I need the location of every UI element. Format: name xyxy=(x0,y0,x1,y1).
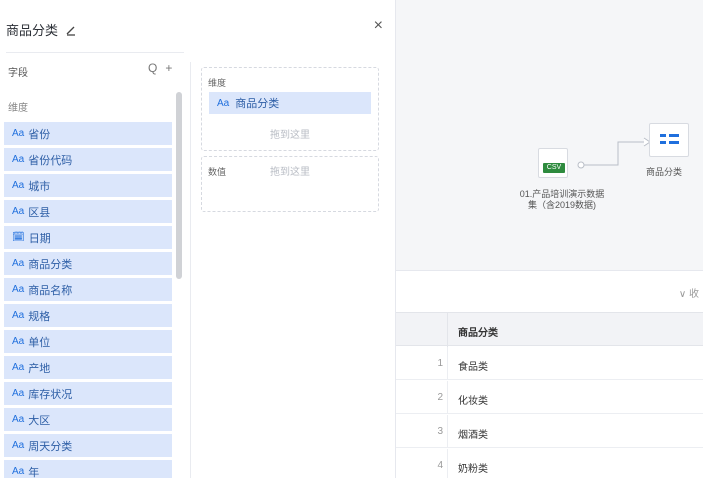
app-root: 商品分类 × 字段 Q + 维度 Aa 省份 Aa 省份代码 Aa 城市 Aa 区县 🗓 日期 Aa… xyxy=(0,0,703,478)
filter-node-icon xyxy=(660,134,679,144)
field-item-label: 日期 xyxy=(28,232,51,245)
close-button[interactable]: × xyxy=(374,16,383,36)
field-item[interactable]: Aa 商品分类 xyxy=(4,252,172,275)
table-cell: 食品类 xyxy=(458,362,488,373)
table-row[interactable]: 3 烟酒类 xyxy=(396,415,703,448)
text-type-icon: Aa xyxy=(12,284,25,295)
text-type-icon: Aa xyxy=(12,440,25,451)
field-item-label: 产地 xyxy=(28,362,51,375)
panel-title: 商品分类 xyxy=(6,20,78,39)
column-divider xyxy=(190,62,191,478)
fields-column: 字段 Q + 维度 Aa 省份 Aa 省份代码 Aa 城市 Aa 区县 🗓 日期 Aa 商品分类 Aa 商… xyxy=(0,52,190,478)
row-index: 2 xyxy=(437,392,443,403)
field-item[interactable]: Aa 规格 xyxy=(4,304,172,327)
field-item-label: 省份代码 xyxy=(28,154,73,167)
field-item-label: 城市 xyxy=(28,180,51,193)
dimension-chip[interactable]: Aa 商品分类 xyxy=(209,92,371,114)
table-divider xyxy=(447,415,448,448)
field-item-label: 年 xyxy=(28,466,40,478)
text-type-icon: Aa xyxy=(12,310,25,321)
panel-title-text: 商品分类 xyxy=(6,23,59,38)
text-type-icon: Aa xyxy=(12,362,25,373)
search-icon[interactable]: Q xyxy=(148,61,157,75)
field-item-label: 库存状况 xyxy=(28,388,73,401)
text-type-icon: Aa xyxy=(12,414,25,425)
text-type-icon: Aa xyxy=(12,180,25,191)
field-item-label: 省份 xyxy=(28,128,51,141)
csv-node-label: 01.产品培训演示数据 集（含2019数据) xyxy=(502,189,622,211)
table-row[interactable]: 2 化妆类 xyxy=(396,381,703,414)
field-item-label: 周天分类 xyxy=(28,440,73,453)
flow-canvas[interactable]: CSV 01.产品培训演示数据 集（含2019数据) 商品分类 xyxy=(396,0,703,270)
text-type-icon: Aa xyxy=(12,258,25,269)
text-type-icon: Aa xyxy=(217,97,230,109)
table-cell: 烟酒类 xyxy=(458,430,488,441)
field-item-label: 单位 xyxy=(28,336,51,349)
dimension-zone-label: 维度 xyxy=(208,78,227,88)
table-divider xyxy=(447,381,448,414)
text-type-icon: Aa xyxy=(12,466,25,477)
row-index: 3 xyxy=(437,426,443,437)
field-config-panel: 商品分类 × 字段 Q + 维度 Aa 省份 Aa 省份代码 Aa 城市 Aa 区县 🗓 日期 Aa… xyxy=(0,0,396,478)
field-item[interactable]: Aa 单位 xyxy=(4,330,172,353)
dimension-chip-label: 商品分类 xyxy=(235,98,280,110)
table-divider xyxy=(447,313,448,347)
field-item[interactable]: Aa 省份代码 xyxy=(4,148,172,171)
collapse-toggle[interactable]: ∨ 收 xyxy=(679,285,699,300)
dimension-group-label: 维度 xyxy=(8,103,28,114)
field-item-label: 商品分类 xyxy=(28,258,73,271)
field-item[interactable]: Aa 大区 xyxy=(4,408,172,431)
text-type-icon: Aa xyxy=(12,388,25,399)
table-cell: 化妆类 xyxy=(458,396,488,407)
table-row[interactable]: 1 食品类 xyxy=(396,347,703,380)
fields-tools: Q + xyxy=(148,61,172,75)
edit-icon[interactable] xyxy=(64,23,78,37)
field-item[interactable]: Aa 周天分类 xyxy=(4,434,172,457)
table-divider xyxy=(447,449,448,478)
value-drop-hint: 拖到这里 xyxy=(270,167,310,178)
field-item[interactable]: 🗓 日期 xyxy=(4,226,172,249)
dimension-drop-hint: 拖到这里 xyxy=(270,130,310,141)
data-preview-table: ∨ 收 商品分类 1 食品类 2 化妆类 3 烟酒类 4 奶粉类 xyxy=(396,270,703,478)
field-item[interactable]: Aa 库存状况 xyxy=(4,382,172,405)
text-type-icon: Aa xyxy=(12,336,25,347)
text-type-icon: Aa xyxy=(12,128,25,139)
table-row[interactable]: 4 奶粉类 xyxy=(396,449,703,478)
table-divider xyxy=(447,347,448,380)
field-item[interactable]: Aa 区县 xyxy=(4,200,172,223)
field-item-label: 商品名称 xyxy=(28,284,73,297)
csv-node-label-line1: 01.产品培训演示数据 xyxy=(519,189,605,199)
csv-node-label-line2: 集（含2019数据) xyxy=(527,200,597,210)
field-item[interactable]: Aa 年 xyxy=(4,460,172,478)
field-item[interactable]: Aa 产地 xyxy=(4,356,172,379)
field-item[interactable]: Aa 省份 xyxy=(4,122,172,145)
column-header[interactable]: 商品分类 xyxy=(458,324,498,339)
scrollbar[interactable] xyxy=(176,92,182,279)
csv-badge: CSV xyxy=(543,163,565,173)
add-icon[interactable]: + xyxy=(165,61,172,75)
field-item[interactable]: Aa 城市 xyxy=(4,174,172,197)
text-type-icon: Aa xyxy=(12,206,25,217)
csv-node[interactable]: CSV xyxy=(538,148,568,178)
date-type-icon: 🗓 xyxy=(12,232,25,243)
fields-header: 字段 xyxy=(8,68,28,79)
table-header: 商品分类 xyxy=(396,312,703,347)
row-index: 1 xyxy=(437,358,443,369)
filter-node[interactable] xyxy=(649,123,689,157)
table-cell: 奶粉类 xyxy=(458,464,488,475)
value-drop-zone[interactable]: 数值 拖到这里 xyxy=(201,156,379,212)
filter-node-label: 商品分类 xyxy=(646,167,683,177)
row-index: 4 xyxy=(437,460,443,471)
text-type-icon: Aa xyxy=(12,154,25,165)
field-item-label: 大区 xyxy=(28,414,51,427)
field-list: Aa 省份 Aa 省份代码 Aa 城市 Aa 区县 🗓 日期 Aa 商品分类 Aa 商品名称 Aa 规格 Aa 单… xyxy=(4,122,172,478)
field-item[interactable]: Aa 商品名称 xyxy=(4,278,172,301)
dimension-drop-zone[interactable]: 维度 Aa 商品分类 拖到这里 xyxy=(201,67,379,151)
field-item-label: 规格 xyxy=(28,310,51,323)
field-item-label: 区县 xyxy=(28,206,51,219)
